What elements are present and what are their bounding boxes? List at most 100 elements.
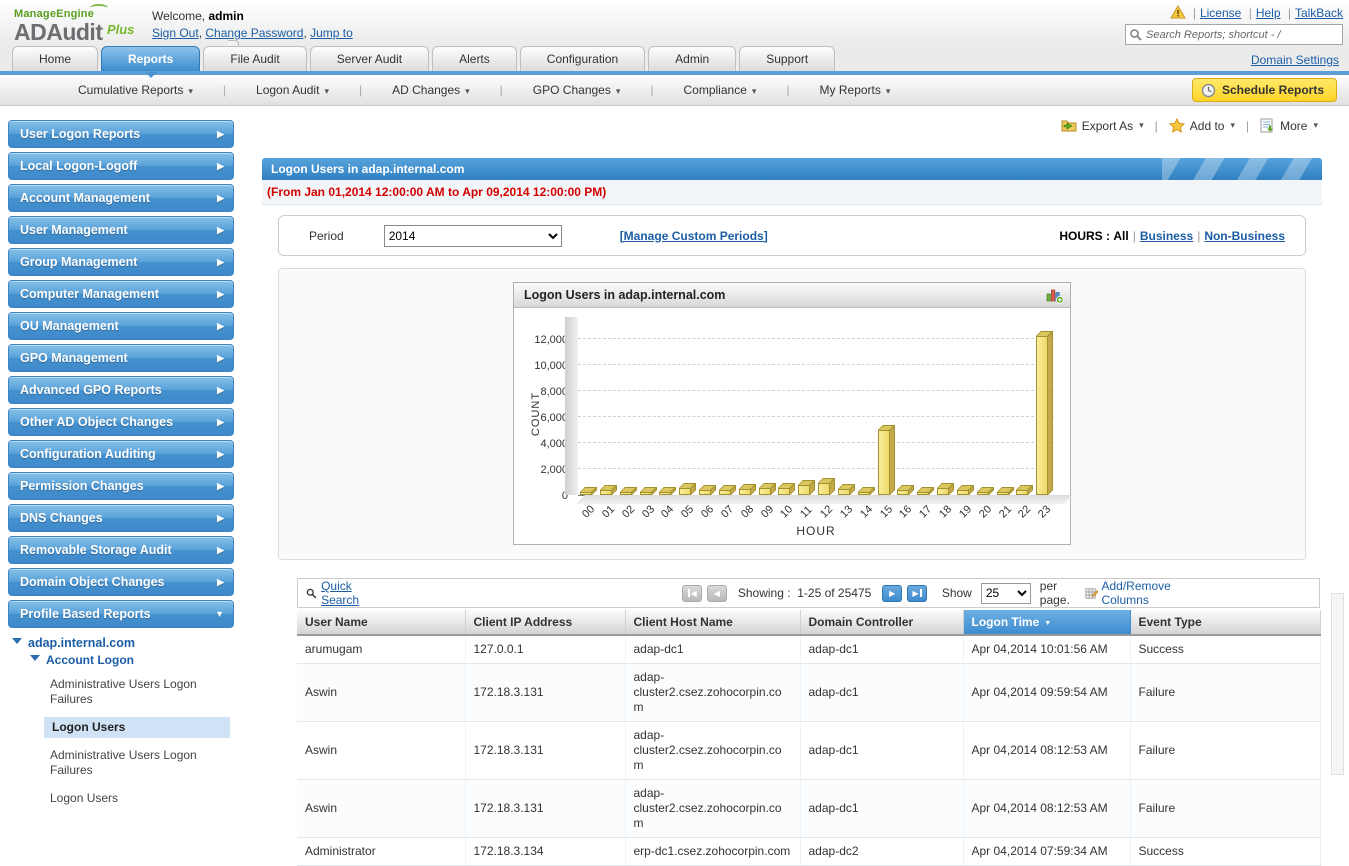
search-input[interactable]	[1125, 24, 1343, 45]
sidebar-item-advanced-gpo-reports[interactable]: Advanced GPO Reports▶	[8, 376, 234, 404]
domain-settings-link[interactable]: Domain Settings	[1251, 53, 1339, 67]
chart-bar-hour-21[interactable]	[997, 492, 1015, 495]
chart-bar-hour-07[interactable]	[719, 490, 737, 495]
tab-home[interactable]: Home	[12, 46, 98, 71]
chart-bar-hour-01[interactable]	[600, 490, 618, 495]
add-to-button[interactable]: Add to	[1169, 118, 1235, 133]
first-page-button[interactable]: ◀	[682, 585, 702, 602]
sidebar-item-domain-object-changes[interactable]: Domain Object Changes▶	[8, 568, 234, 596]
period-select[interactable]: 2014	[384, 225, 562, 247]
chart-bar-hour-23[interactable]	[1036, 336, 1054, 495]
next-page-button[interactable]: ▶	[882, 585, 902, 602]
column-header-domain-controller[interactable]: Domain Controller	[800, 610, 963, 635]
chart-bar-hour-16[interactable]	[897, 490, 915, 495]
hours-option-non-business[interactable]: Non-Business	[1204, 229, 1285, 243]
chart-bar-hour-11[interactable]	[798, 485, 816, 495]
tab-admin[interactable]: Admin	[648, 46, 736, 71]
showing-range: 1-25 of 25475	[797, 586, 871, 600]
sidebar-item-profile-based-reports[interactable]: Profile Based Reports▼	[8, 600, 234, 628]
export-as-button[interactable]: Export As	[1061, 118, 1144, 133]
sidebar-item-group-management[interactable]: Group Management▶	[8, 248, 234, 276]
chart-bar-hour-15[interactable]	[878, 430, 896, 495]
license-link[interactable]: License	[1200, 6, 1241, 20]
tree-item-administrative-users-logon-failures[interactable]: Administrative Users Logon Failures	[8, 674, 234, 710]
add-remove-columns-button[interactable]: Add/Remove Columns	[1085, 579, 1204, 607]
more-button[interactable]: More	[1260, 118, 1318, 133]
chart-bar-hour-20[interactable]	[977, 492, 995, 495]
subnav-item-my-reports[interactable]: My Reports	[820, 83, 891, 97]
tab-reports[interactable]: Reports	[101, 46, 200, 71]
tree-collapse-icon	[12, 638, 22, 649]
tab-alerts[interactable]: Alerts	[432, 46, 517, 71]
column-header-logon-time[interactable]: Logon Time	[963, 610, 1130, 635]
chart-bar-hour-00[interactable]	[580, 492, 598, 495]
chart-bar-hour-08[interactable]	[739, 489, 757, 495]
chart-bar-hour-10[interactable]	[778, 488, 796, 495]
hours-option-business[interactable]: Business	[1140, 229, 1193, 243]
chart-bar-hour-18[interactable]	[937, 488, 955, 495]
tree-item-logon-users[interactable]: Logon Users	[44, 717, 230, 738]
column-header-client-ip-address[interactable]: Client IP Address	[465, 610, 625, 635]
sidebar-item-computer-management[interactable]: Computer Management▶	[8, 280, 234, 308]
chart-bar-hour-22[interactable]	[1016, 490, 1034, 495]
subnav-item-gpo-changes[interactable]: GPO Changes	[533, 83, 621, 97]
report-date-range: (From Jan 01,2014 12:00:00 AM to Apr 09,…	[262, 180, 1322, 205]
hours-option-all[interactable]: All	[1113, 229, 1128, 243]
chart-bar-face	[878, 430, 890, 495]
sidebar-item-local-logon-logoff[interactable]: Local Logon-Logoff▶	[8, 152, 234, 180]
tree-item-logon-users[interactable]: Logon Users	[8, 788, 234, 809]
sidebar-item-gpo-management[interactable]: GPO Management▶	[8, 344, 234, 372]
quick-search-button[interactable]: Quick Search	[306, 579, 382, 607]
vertical-scrollbar[interactable]	[1331, 593, 1344, 775]
prev-page-button[interactable]: ◀	[707, 585, 727, 602]
sidebar-item-configuration-auditing[interactable]: Configuration Auditing▶	[8, 440, 234, 468]
chart-bar-hour-02[interactable]	[620, 492, 638, 495]
chart-bar-hour-06[interactable]	[699, 490, 717, 495]
chart-bar-hour-03[interactable]	[640, 492, 658, 495]
column-header-event-type[interactable]: Event Type	[1130, 610, 1320, 635]
sidebar-item-user-logon-reports[interactable]: User Logon Reports▶	[8, 120, 234, 148]
tab-server-audit[interactable]: Server Audit	[310, 46, 429, 71]
schedule-reports-button[interactable]: Schedule Reports	[1192, 78, 1337, 102]
last-page-button[interactable]: ▶	[907, 585, 927, 602]
sidebar-item-ou-management[interactable]: OU Management▶	[8, 312, 234, 340]
chart-bar-hour-14[interactable]	[858, 492, 876, 495]
warning-icon[interactable]	[1170, 5, 1186, 19]
chart-bar-hour-05[interactable]	[679, 488, 697, 495]
chart-bar-face	[997, 492, 1009, 495]
subnav-item-ad-changes[interactable]: AD Changes	[392, 83, 470, 97]
sign-out-link[interactable]: Sign Out	[152, 26, 199, 40]
chart-bar-hour-13[interactable]	[838, 489, 856, 495]
page-size-select[interactable]: 25	[981, 583, 1031, 604]
sidebar-item-user-management[interactable]: User Management▶	[8, 216, 234, 244]
jump-to-link[interactable]: Jump to	[310, 26, 353, 40]
manage-custom-periods-link[interactable]: [Manage Custom Periods]	[620, 229, 768, 243]
subnav-separator: |	[359, 83, 362, 97]
column-header-client-host-name[interactable]: Client Host Name	[625, 610, 800, 635]
sidebar-item-removable-storage-audit[interactable]: Removable Storage Audit▶	[8, 536, 234, 564]
tree-section-account-logon[interactable]: Account Logon	[8, 653, 234, 667]
chart-bar-hour-04[interactable]	[659, 492, 677, 495]
subnav-item-logon-audit[interactable]: Logon Audit	[256, 83, 329, 97]
help-link[interactable]: Help	[1256, 6, 1281, 20]
tab-file-audit[interactable]: File Audit	[203, 46, 306, 71]
chart-type-button[interactable]	[1046, 287, 1064, 304]
tree-domain[interactable]: adap.internal.com	[8, 636, 234, 650]
chart-bar-hour-12[interactable]	[818, 483, 836, 495]
tab-configuration[interactable]: Configuration	[520, 46, 645, 71]
talkback-link[interactable]: TalkBack	[1295, 6, 1343, 20]
tree-item-administrative-users-logon-failures[interactable]: Administrative Users Logon Failures	[8, 745, 234, 781]
sidebar-item-account-management[interactable]: Account Management▶	[8, 184, 234, 212]
tab-support[interactable]: Support	[739, 46, 835, 71]
change-password-link[interactable]: Change Password	[205, 26, 303, 40]
column-header-user-name[interactable]: User Name	[297, 610, 465, 635]
sidebar-item-permission-changes[interactable]: Permission Changes▶	[8, 472, 234, 500]
subnav-item-compliance[interactable]: Compliance	[684, 83, 757, 97]
chart-bar-hour-19[interactable]	[957, 490, 975, 495]
chart-bar-hour-09[interactable]	[759, 488, 777, 495]
sidebar-item-other-ad-object-changes[interactable]: Other AD Object Changes▶	[8, 408, 234, 436]
chart-bar-hour-17[interactable]	[917, 492, 935, 495]
sidebar-item-dns-changes[interactable]: DNS Changes▶	[8, 504, 234, 532]
chart-bar-face	[640, 492, 652, 495]
subnav-item-cumulative-reports[interactable]: Cumulative Reports	[78, 83, 193, 97]
